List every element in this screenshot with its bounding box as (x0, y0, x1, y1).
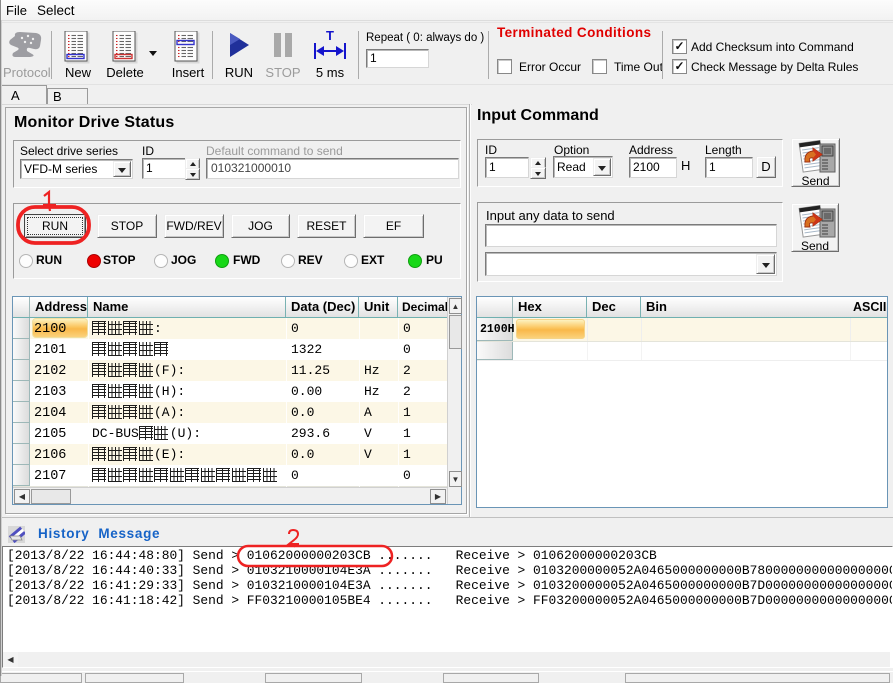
svg-text:T: T (326, 29, 334, 43)
